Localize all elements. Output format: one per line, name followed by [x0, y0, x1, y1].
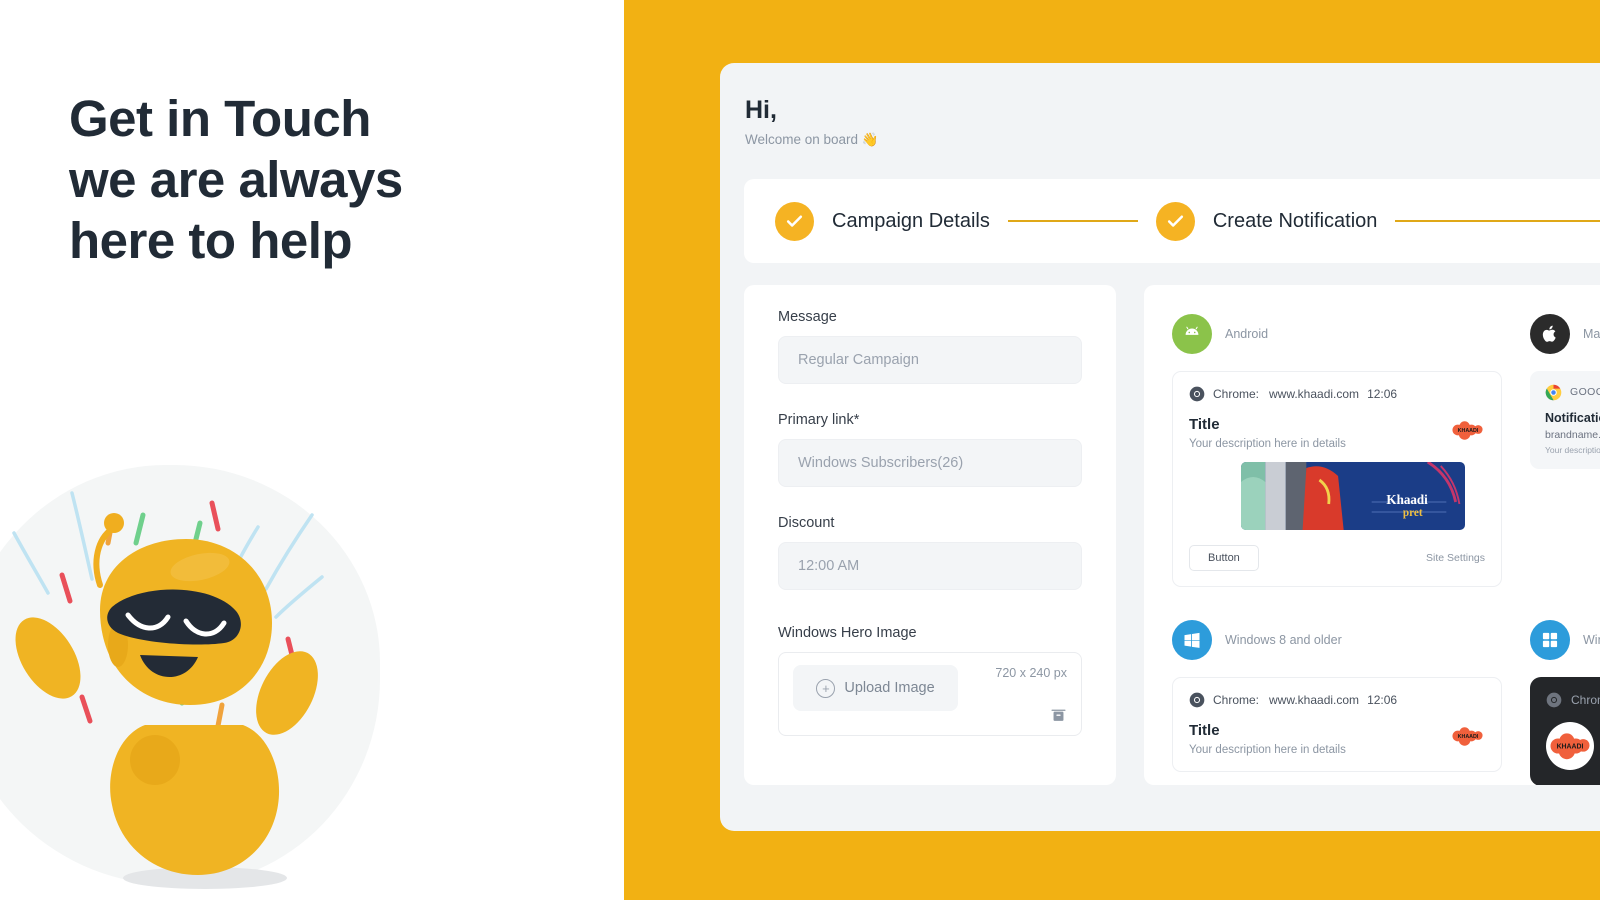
upload-image-label: Upload Image [844, 680, 935, 696]
step-connector-2 [1395, 220, 1600, 222]
source-browser-macos: GOOGLE CHROME [1570, 386, 1600, 398]
platform-header-windows8: Windows 8 and older [1172, 617, 1502, 663]
notification-description-macos: Your description here in details [1545, 445, 1600, 455]
source-site: www.khaadi.com [1269, 693, 1360, 707]
notification-source-android: Chrome: www.khaadi.com 12:06 [1189, 386, 1485, 402]
notification-title-macos: Notification Title [1545, 411, 1600, 425]
headline-line-1: Get in Touch [69, 90, 371, 147]
chrome-icon [1189, 386, 1205, 402]
campaign-form-card: Message Regular Campaign Primary link* W… [744, 285, 1116, 785]
notification-action-button[interactable]: Button [1189, 545, 1259, 571]
svg-text:KHAADI: KHAADI [1458, 428, 1479, 434]
source-browser-windows10: Chrome: [1571, 693, 1600, 707]
page-title: Get in Touch we are always here to help [69, 88, 539, 271]
source-time: 12:06 [1367, 693, 1398, 707]
mascot-svg [12, 491, 324, 889]
notification-hero-image: Khaadi pret [1241, 462, 1465, 530]
notification-title: Title [1189, 416, 1220, 433]
greeting-title: Hi, [745, 96, 777, 124]
notification-preview-card: Android Chrome: www.khaadi.com 12:06 Tit… [1144, 285, 1600, 785]
label-message: Message [778, 309, 837, 325]
greeting-subtitle: Welcome on board 👋 [745, 132, 879, 147]
notification-card-macos[interactable]: GOOGLE CHROME Notification Title brandna… [1530, 371, 1600, 469]
label-windows-hero-image: Windows Hero Image [778, 625, 917, 641]
chrome-color-icon [1545, 384, 1562, 401]
notification-source-windows8: Chrome: www.khaadi.com 12:06 [1189, 692, 1485, 708]
upload-image-button[interactable]: + Upload Image [793, 665, 958, 711]
platform-label-macos: Mac OS [1583, 327, 1600, 341]
preview-android: Android Chrome: www.khaadi.com 12:06 Tit… [1172, 311, 1502, 587]
notification-card-windows10[interactable]: Chrome: KHAADI [1530, 677, 1600, 785]
greeting-block: Hi, Welcome on board 👋 [745, 95, 879, 148]
trash-icon[interactable] [1050, 706, 1067, 723]
site-settings-link[interactable]: Site Settings [1426, 552, 1485, 564]
left-marketing-pane: Get in Touch we are always here to help [0, 0, 624, 900]
input-primary-link[interactable]: Windows Subscribers(26) [778, 439, 1082, 487]
check-icon [1155, 201, 1195, 241]
notification-source-macos: GOOGLE CHROME [1545, 384, 1600, 401]
headline-line-3: here to help [69, 212, 353, 269]
plus-circle-icon: + [816, 678, 836, 698]
happy-robot-mascot-illustration [0, 455, 420, 900]
khaadi-badge-icon: KHAADI [1452, 727, 1483, 746]
step-campaign-details[interactable]: Campaign Details [775, 201, 990, 241]
input-message[interactable]: Regular Campaign [778, 336, 1082, 384]
platform-header-android: Android [1172, 311, 1502, 357]
windows-8-icon [1172, 620, 1212, 660]
notification-brand-macos: brandname.com [1545, 429, 1600, 441]
svg-text:KHAADI: KHAADI [1458, 734, 1479, 740]
khaadi-logo-icon: KHAADI [1546, 722, 1594, 770]
platform-label-android: Android [1225, 327, 1269, 341]
step-create-notification[interactable]: Create Notification [1155, 201, 1378, 241]
windows-10-icon [1530, 620, 1570, 660]
label-discount: Discount [778, 515, 835, 531]
input-discount[interactable]: 12:00 AM [778, 542, 1082, 590]
source-browser: Chrome: [1213, 693, 1260, 707]
label-primary-link: Primary link* [778, 412, 860, 428]
notification-source-windows10: Chrome: [1546, 692, 1600, 708]
chrome-icon [1546, 692, 1562, 708]
source-site: www.khaadi.com [1269, 387, 1360, 401]
check-icon [775, 201, 814, 241]
chrome-icon [1189, 692, 1205, 708]
apple-icon [1530, 314, 1570, 354]
headline-line-2: we are always [69, 151, 403, 208]
step-connector-1 [1007, 220, 1138, 222]
preview-windows10: Windows 10 Chrome: [1530, 617, 1600, 785]
source-browser: Chrome: [1213, 387, 1260, 401]
notification-description: Your description here in details [1189, 438, 1346, 450]
campaign-stepper: Campaign Details Create Notification [744, 179, 1600, 263]
svg-text:KHAADI: KHAADI [1557, 744, 1584, 751]
android-icon [1172, 314, 1212, 354]
hero-image-upload-row: + Upload Image 720 x 240 px [778, 652, 1082, 736]
notification-card-android[interactable]: Chrome: www.khaadi.com 12:06 Title Your … [1172, 371, 1502, 587]
platform-header-macos: Mac OS [1530, 311, 1600, 357]
step-label-campaign-details: Campaign Details [832, 209, 990, 232]
hero-dimensions-text: 720 x 240 px [995, 666, 1067, 680]
notification-card-windows8[interactable]: Chrome: www.khaadi.com 12:06 Title Your … [1172, 677, 1502, 772]
platform-label-windows8: Windows 8 and older [1225, 633, 1342, 647]
app-panel: Hi, Welcome on board 👋 Campaign Details [720, 63, 1600, 831]
preview-windows8: Windows 8 and older Chrome: www.khaadi.c… [1172, 617, 1502, 785]
preview-macos: Mac OS [1530, 311, 1600, 587]
platform-header-windows10: Windows 10 [1530, 617, 1600, 663]
step-label-create-notification: Create Notification [1212, 209, 1378, 232]
notification-title-windows8: Title [1189, 722, 1220, 739]
khaadi-badge-icon: KHAADI [1452, 421, 1483, 440]
svg-text:pret: pret [1403, 506, 1423, 519]
notification-footer: Button Site Settings [1189, 545, 1485, 571]
notification-description-windows8: Your description here in details [1189, 744, 1346, 756]
source-time: 12:06 [1367, 387, 1398, 401]
platform-label-windows10: Windows 10 [1583, 633, 1600, 647]
right-yellow-backdrop: Hi, Welcome on board 👋 Campaign Details [624, 0, 1600, 900]
